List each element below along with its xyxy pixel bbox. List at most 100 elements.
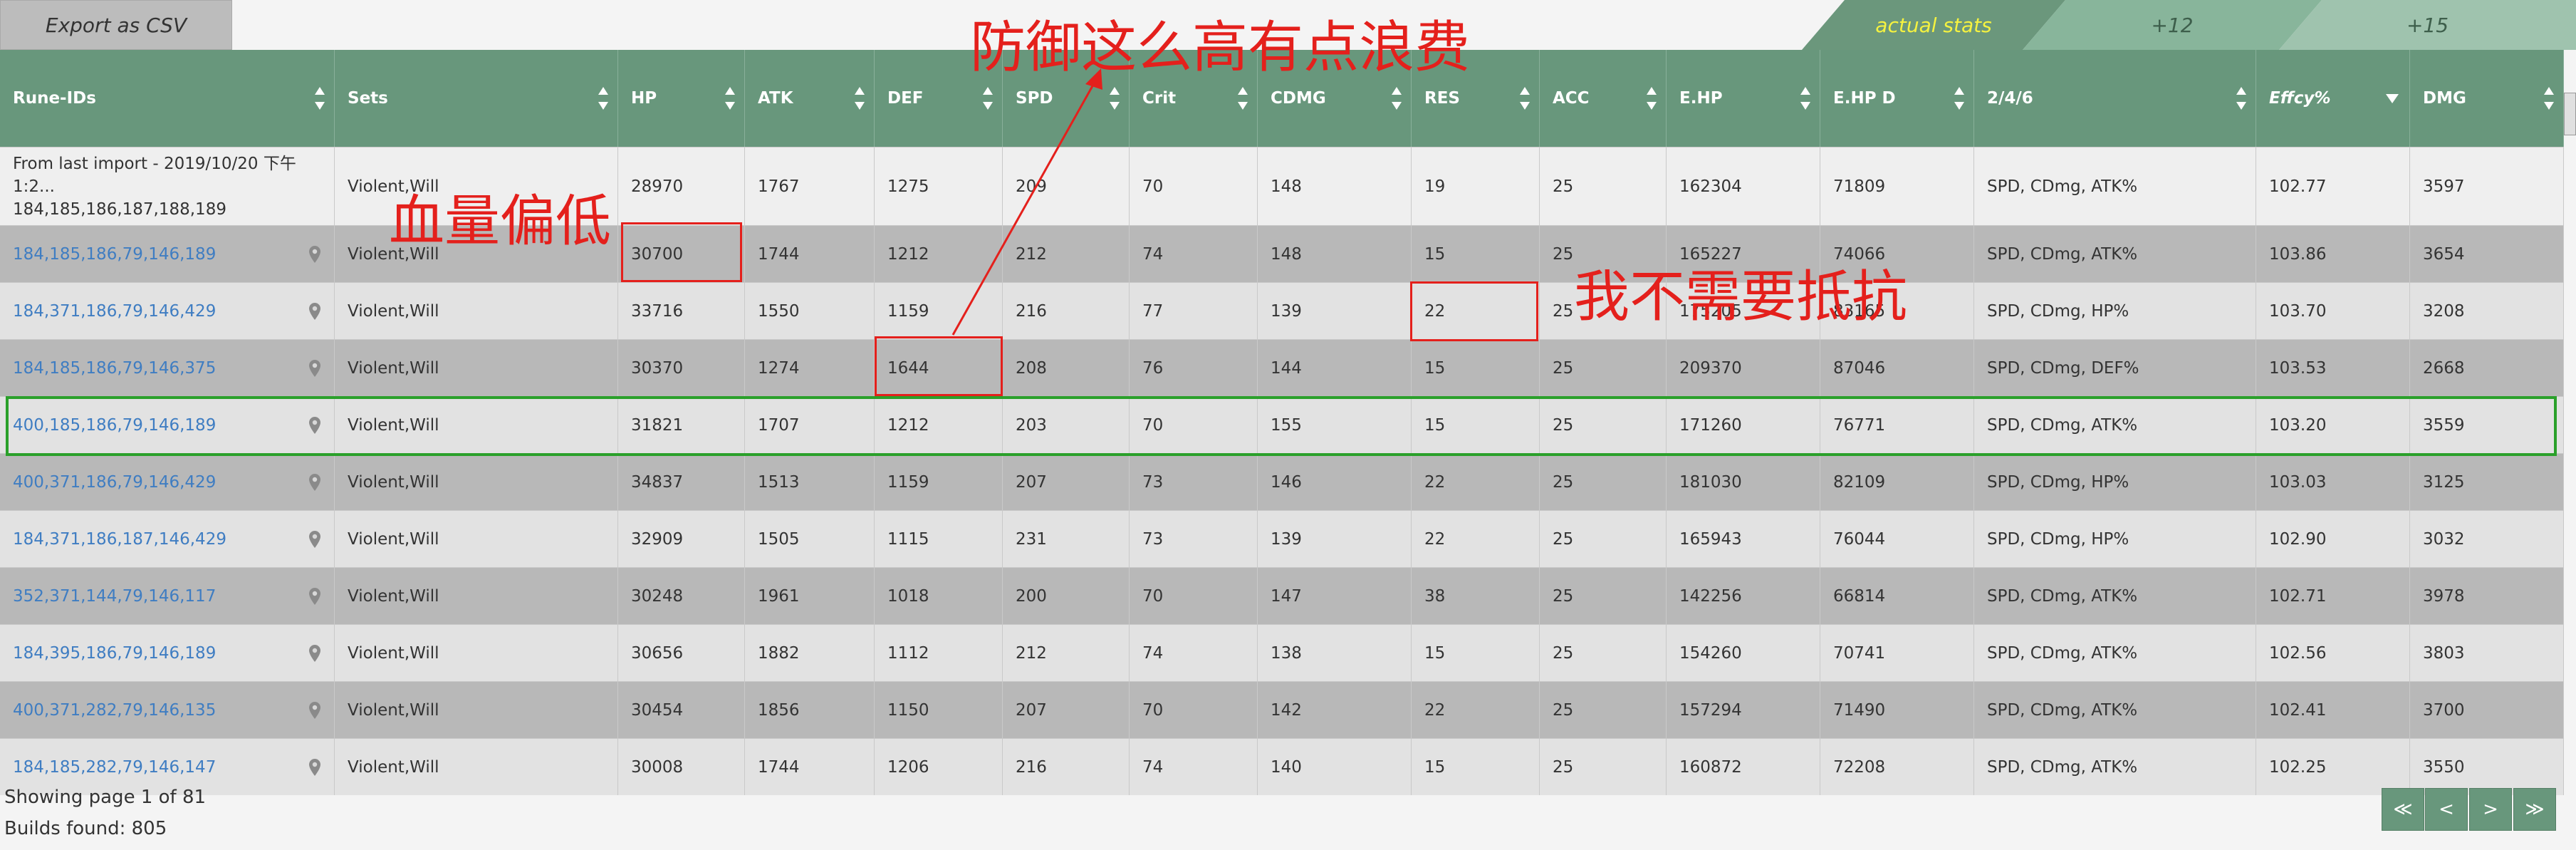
cell-rune-ids[interactable]: 184,185,186,79,146,375 xyxy=(0,340,335,396)
import-label: From last import - 2019/10/20 下午1:2... xyxy=(13,154,296,196)
cell-value: 1856 xyxy=(758,700,800,720)
cell-acc: 25 xyxy=(1540,739,1667,795)
tab-plus-12[interactable]: +12 xyxy=(2023,0,2322,50)
map-pin-icon[interactable] xyxy=(308,587,321,606)
rune-ids-link[interactable]: 400,371,186,79,146,429 xyxy=(13,473,216,492)
cell-rune-ids[interactable]: 400,371,186,79,146,429 xyxy=(0,454,335,510)
column-header-ehp[interactable]: E.HP xyxy=(1667,50,1820,147)
map-pin-icon[interactable] xyxy=(308,302,321,321)
export-csv-button[interactable]: Export as CSV xyxy=(0,0,232,50)
cell-value: 1112 xyxy=(887,643,929,663)
map-pin-icon[interactable] xyxy=(308,359,321,378)
cell-ehp-d: 70741 xyxy=(1820,625,1974,681)
column-header-dmg[interactable]: DMG xyxy=(2410,50,2564,147)
cell-value: 1115 xyxy=(887,529,929,549)
cell-acc: 25 xyxy=(1540,147,1667,225)
cell-value: Violent,Will xyxy=(348,472,439,492)
map-pin-icon[interactable] xyxy=(308,473,321,492)
table-row[interactable]: 184,395,186,79,146,189 Violent,Will 30656 1… xyxy=(0,624,2564,681)
map-pin-icon[interactable] xyxy=(308,758,321,777)
hp-highlight-box xyxy=(621,222,742,282)
cell-spd: 216 xyxy=(1003,283,1130,339)
cell-value: Violent,Will xyxy=(348,529,439,549)
cell-hp: 34837 xyxy=(618,454,745,510)
tab-plus-15[interactable]: +15 xyxy=(2279,0,2576,50)
column-header-ehp-d[interactable]: E.HP D xyxy=(1820,50,1974,147)
cell-atk: 1505 xyxy=(745,511,875,567)
table-row[interactable]: 184,185,186,79,146,375 Violent,Will 30370 1… xyxy=(0,339,2564,396)
map-pin-icon[interactable] xyxy=(308,644,321,663)
map-pin-icon[interactable] xyxy=(308,701,321,720)
cell-value: SPD, CDmg, ATK% xyxy=(1987,244,2138,264)
column-header-set-246[interactable]: 2/4/6 xyxy=(1974,50,2256,147)
last-page-button[interactable]: ≫ xyxy=(2513,788,2556,831)
table-row[interactable]: 184,371,186,79,146,429 Violent,Will 33716 1… xyxy=(0,282,2564,339)
cell-value: 3550 xyxy=(2423,757,2465,777)
rune-ids-link[interactable]: 352,371,144,79,146,117 xyxy=(13,587,216,606)
column-header-rune-ids[interactable]: Rune-IDs xyxy=(0,50,335,147)
cell-value: 102.56 xyxy=(2269,643,2327,663)
cell-crit: 70 xyxy=(1130,568,1258,624)
cell-value: 74 xyxy=(1142,244,1164,264)
cell-value: 148 xyxy=(1271,244,1302,264)
rune-ids-link[interactable]: 400,371,282,79,146,135 xyxy=(13,701,216,720)
cell-hp: 30370 xyxy=(618,340,745,396)
sort-icon xyxy=(855,87,865,110)
cell-atk: 1274 xyxy=(745,340,875,396)
cell-value: 3700 xyxy=(2423,700,2465,720)
cell-ehp-d: 66814 xyxy=(1820,568,1974,624)
cell-hp: 30656 xyxy=(618,625,745,681)
table-row[interactable]: 400,371,282,79,146,135 Violent,Will 30454 1… xyxy=(0,681,2564,738)
rune-ids-link[interactable]: 184,371,186,187,146,429 xyxy=(13,530,226,549)
cell-hp: 33716 xyxy=(618,283,745,339)
cell-dmg: 3032 xyxy=(2410,511,2564,567)
table-row[interactable]: 184,371,186,187,146,429 Violent,Will 32909… xyxy=(0,510,2564,567)
cell-value: 15 xyxy=(1424,358,1446,378)
sort-desc-icon xyxy=(2386,94,2399,103)
cell-value: SPD, CDmg, ATK% xyxy=(1987,643,2138,663)
cell-effcy: 102.77 xyxy=(2256,147,2410,225)
first-page-button[interactable]: ≪ xyxy=(2382,788,2424,831)
cell-value: 74066 xyxy=(1833,244,1886,264)
table-row[interactable]: 184,185,282,79,146,147 Violent,Will 30008 1… xyxy=(0,738,2564,795)
cell-cdmg: 139 xyxy=(1258,283,1412,339)
cell-atk: 1744 xyxy=(745,739,875,795)
rune-ids-link[interactable]: 184,371,186,79,146,429 xyxy=(13,302,216,321)
cell-value: 1513 xyxy=(758,472,800,492)
cell-value: 154260 xyxy=(1679,643,1742,663)
cell-rune-ids[interactable]: 184,371,186,187,146,429 xyxy=(0,511,335,567)
map-pin-icon[interactable] xyxy=(308,245,321,264)
table-row[interactable]: 184,185,186,79,146,189 Violent,Will 30700 1… xyxy=(0,225,2564,282)
cell-rune-ids[interactable]: 184,371,186,79,146,429 xyxy=(0,283,335,339)
rune-ids-link[interactable]: 184,185,186,79,146,375 xyxy=(13,359,216,378)
cell-effcy: 103.70 xyxy=(2256,283,2410,339)
cell-crit: 76 xyxy=(1130,340,1258,396)
cell-value: 1159 xyxy=(887,472,929,492)
table-row-last-import[interactable]: From last import - 2019/10/20 下午1:2... 18… xyxy=(0,147,2564,225)
rune-ids-link[interactable]: 184,395,186,79,146,189 xyxy=(13,644,216,663)
rune-ids-link[interactable]: 184,185,186,79,146,189 xyxy=(13,245,216,264)
cell-value: 103.86 xyxy=(2269,244,2327,264)
cell-rune-ids[interactable]: 352,371,144,79,146,117 xyxy=(0,568,335,624)
cell-value: Violent,Will xyxy=(348,301,439,321)
sort-icon xyxy=(1800,87,1810,110)
cell-value: 102.41 xyxy=(2269,700,2327,720)
prev-page-button[interactable]: < xyxy=(2425,788,2468,831)
map-pin-icon[interactable] xyxy=(308,530,321,549)
cell-sets: Violent,Will xyxy=(335,340,618,396)
rune-ids-link[interactable]: 184,185,282,79,146,147 xyxy=(13,758,216,777)
column-header-sets[interactable]: Sets xyxy=(335,50,618,147)
tab-actual-stats[interactable]: actual stats xyxy=(1802,0,2065,50)
table-row[interactable]: 400,371,186,79,146,429 Violent,Will 34837 1… xyxy=(0,453,2564,510)
cell-cdmg: 144 xyxy=(1258,340,1412,396)
cell-rune-ids[interactable]: 400,371,282,79,146,135 xyxy=(0,682,335,738)
next-page-button[interactable]: > xyxy=(2469,788,2512,831)
cell-ehp: 209370 xyxy=(1667,340,1820,396)
cell-value: 1212 xyxy=(887,244,929,264)
cell-cdmg: 146 xyxy=(1258,454,1412,510)
table-row[interactable]: 352,371,144,79,146,117 Violent,Will 30248 1… xyxy=(0,567,2564,624)
cell-rune-ids[interactable]: 184,185,186,79,146,189 xyxy=(0,226,335,282)
cell-rune-ids[interactable]: 184,395,186,79,146,189 xyxy=(0,625,335,681)
cell-ehp: 154260 xyxy=(1667,625,1820,681)
scroll-tab[interactable] xyxy=(2564,93,2576,135)
